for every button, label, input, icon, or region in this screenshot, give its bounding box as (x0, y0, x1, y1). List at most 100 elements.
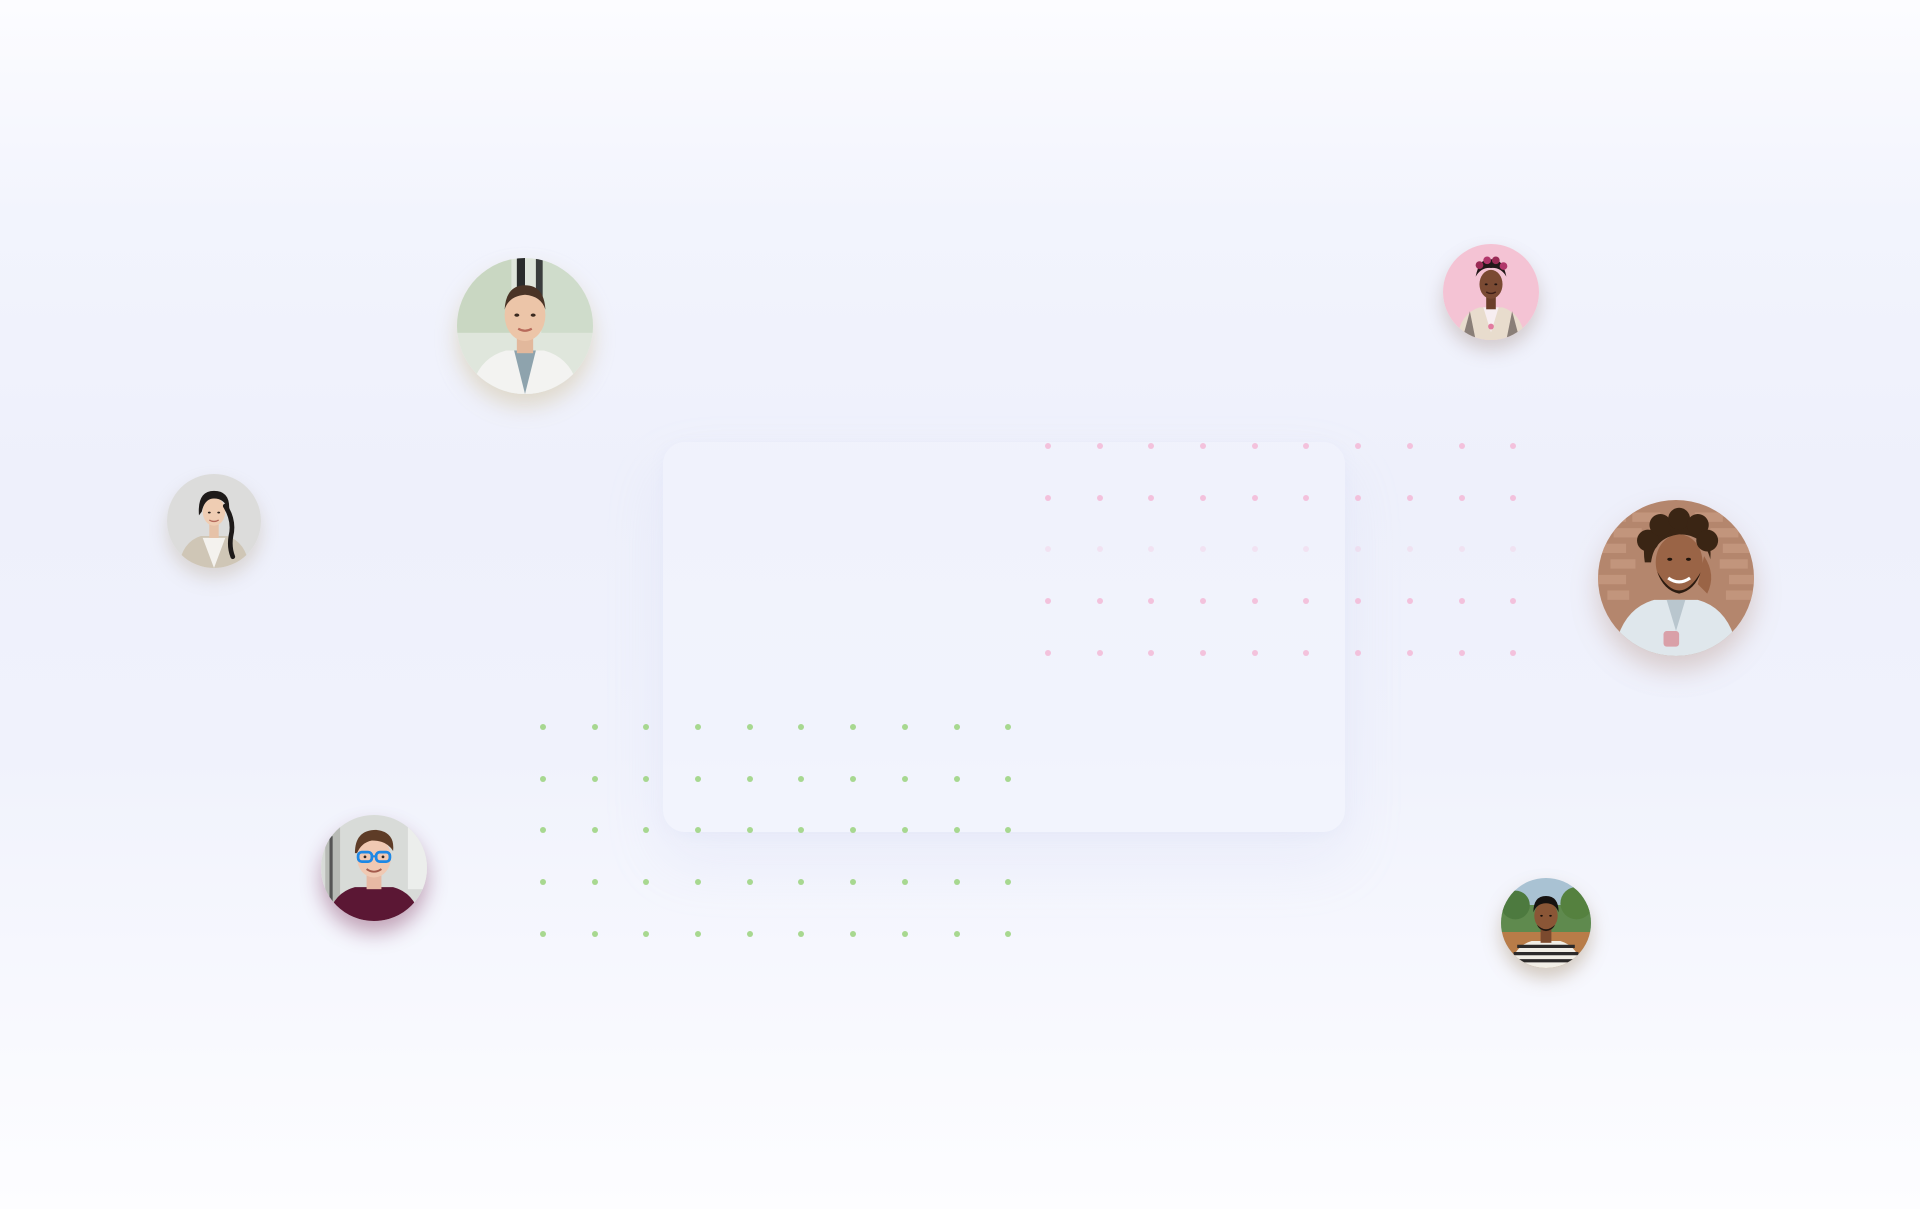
pink-grid-dot (1303, 546, 1310, 553)
pink-grid-dot (1148, 546, 1155, 553)
pink-grid-dot (1096, 494, 1103, 501)
green-grid-dot (695, 775, 702, 782)
pink-grid-dot (1148, 443, 1155, 449)
pink-grid-dot (1355, 546, 1362, 553)
avatar-man-striped-shirt (1501, 878, 1591, 968)
green-grid-dot (850, 930, 857, 937)
pink-grid-dot (1303, 598, 1310, 605)
green-grid-dot (643, 930, 650, 937)
green-grid-dot (953, 930, 960, 937)
pink-grid-dot (1251, 649, 1258, 656)
green-grid-dot (643, 879, 650, 886)
pink-grid-dot (1200, 649, 1207, 656)
pink-grid-dot (1406, 494, 1413, 501)
pink-grid-dot (1303, 443, 1310, 449)
green-grid-dot (953, 827, 960, 834)
green-grid-dot (540, 930, 546, 937)
green-grid-dot (695, 930, 702, 937)
pink-grid-dot (1148, 649, 1155, 656)
green-grid-dot (591, 879, 598, 886)
pink-grid-dot (1045, 494, 1051, 501)
pink-grid-dot (1045, 546, 1051, 553)
green-grid-dot (695, 879, 702, 886)
green-grid-dot (901, 775, 908, 782)
pink-grid-dot (1303, 649, 1310, 656)
green-grid-dot (540, 775, 546, 782)
green-grid-dot (695, 724, 702, 730)
pink-grid-dot (1200, 494, 1207, 501)
green-grid-dot (953, 775, 960, 782)
green-grid-dot (746, 879, 753, 886)
green-grid-dot (746, 775, 753, 782)
pink-grid-dot (1510, 649, 1517, 656)
green-grid-dot (798, 930, 805, 937)
pink-grid-dot (1510, 546, 1517, 553)
avatar-woman-white-coat (457, 258, 593, 394)
pink-grid-dot (1096, 443, 1103, 449)
avatar-man-blue-glasses (321, 815, 427, 921)
pink-grid-dot (1200, 546, 1207, 553)
green-grid-dot (901, 879, 908, 886)
green-grid-dot (1005, 930, 1012, 937)
green-grid-dot (798, 775, 805, 782)
green-grid-dot (540, 827, 546, 834)
green-grid-dot (643, 775, 650, 782)
avatar-photo-icon (167, 474, 261, 568)
pink-grid-dot (1355, 649, 1362, 656)
green-grid-dot (798, 724, 805, 730)
green-grid-dot (850, 879, 857, 886)
green-grid-dot (953, 879, 960, 886)
avatar-photo-icon (457, 258, 593, 394)
green-grid-dot (591, 930, 598, 937)
pink-grid-dot (1045, 598, 1051, 605)
pink-grid-dot (1355, 494, 1362, 501)
green-grid-dot (746, 930, 753, 937)
green-grid-dot (953, 724, 960, 730)
green-grid-dot (1005, 827, 1012, 834)
green-grid-dot (1005, 775, 1012, 782)
pink-grid-dot (1200, 598, 1207, 605)
pink-grid-dot (1096, 598, 1103, 605)
avatar-photo-icon (1598, 500, 1754, 656)
pink-grid-dot (1406, 443, 1413, 449)
green-grid-dot (798, 879, 805, 886)
pink-grid-dot (1096, 649, 1103, 656)
pink-grid-dot (1045, 443, 1051, 449)
pink-grid-dot (1406, 598, 1413, 605)
pink-grid-dot (1251, 598, 1258, 605)
green-grid-dot (1005, 879, 1012, 886)
green-grid-dot (540, 879, 546, 886)
green-grid-dot (643, 827, 650, 834)
avatar-man-curly-hair-laughing (1598, 500, 1754, 656)
pink-grid-dot (1458, 546, 1465, 553)
pink-grid-dot (1251, 443, 1258, 449)
green-grid-dot (901, 930, 908, 937)
green-grid-dot (850, 827, 857, 834)
green-grid-dot (591, 724, 598, 730)
pink-grid-dot (1200, 443, 1207, 449)
pink-grid-dot (1458, 598, 1465, 605)
green-grid-dot (591, 827, 598, 834)
green-grid-dot (643, 724, 650, 730)
green-grid-dot (901, 724, 908, 730)
avatar-woman-braid (167, 474, 261, 568)
green-grid-dot (746, 724, 753, 730)
avatar-photo-icon (1501, 878, 1591, 968)
avatar-photo-icon (1443, 244, 1539, 340)
green-grid-dot (850, 724, 857, 730)
pink-grid-dot (1355, 443, 1362, 449)
green-grid-dot (798, 827, 805, 834)
green-grid-dot (901, 827, 908, 834)
pink-grid-dot (1148, 494, 1155, 501)
green-dot-grid (540, 724, 1012, 937)
pink-grid-dot (1045, 649, 1051, 656)
pink-grid-dot (1458, 494, 1465, 501)
pink-grid-dot (1458, 649, 1465, 656)
green-grid-dot (591, 775, 598, 782)
pink-grid-dot (1406, 546, 1413, 553)
green-grid-dot (540, 724, 546, 730)
pink-dot-grid (1045, 443, 1517, 656)
pink-grid-dot (1148, 598, 1155, 605)
pink-grid-dot (1251, 546, 1258, 553)
pink-grid-dot (1096, 546, 1103, 553)
